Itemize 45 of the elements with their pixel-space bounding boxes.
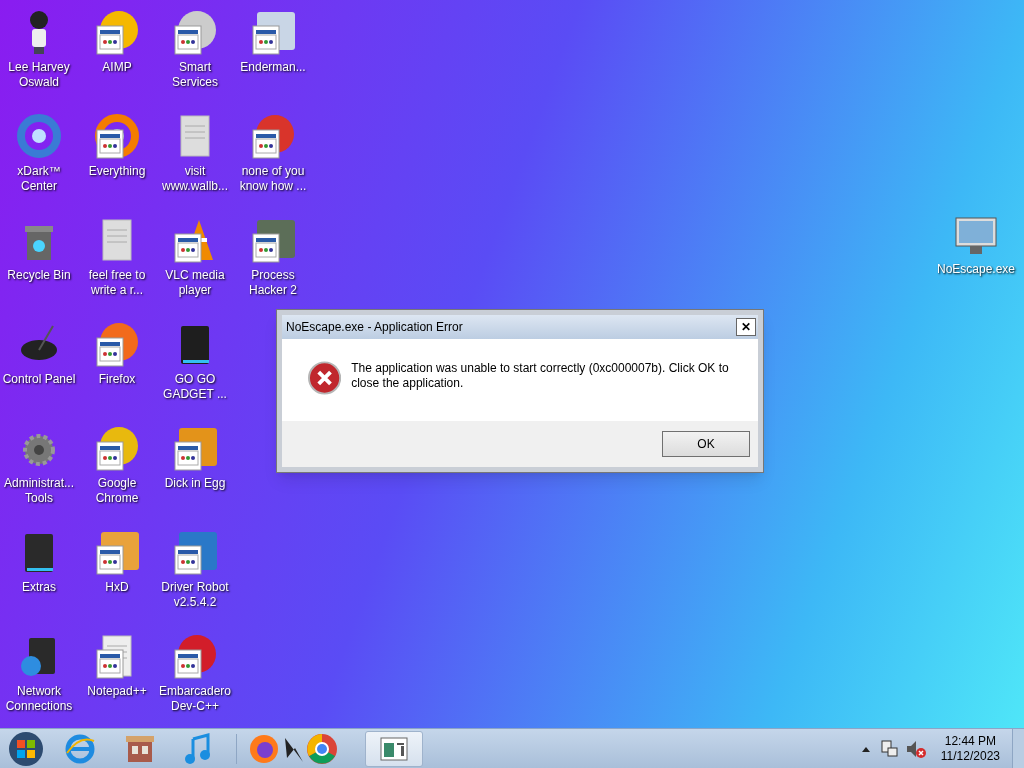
clock-date[interactable]: 11/12/2023 [940,748,1000,764]
icon-label[interactable]: feel free to write a r... [79,268,155,298]
window-title: NoEscape.exe - Application Error [286,319,463,336]
program-icon [93,112,141,160]
close-button[interactable]: ✕ [736,318,756,336]
icon-label[interactable]: Google Chrome [79,476,155,506]
icon-label[interactable]: HxD [105,580,129,595]
building-icon[interactable] [124,733,156,764]
icon-label[interactable]: Control Panel [2,372,76,387]
icon-label[interactable]: Notepad++ [87,684,147,699]
program-icon [171,632,219,680]
icon-label[interactable]: Embarcadero Dev-C++ [157,684,233,714]
icon-label[interactable]: Recycle Bin [7,268,71,283]
program-icon [93,320,141,368]
program-icon [93,8,141,56]
icon-label[interactable]: visit www.wallb... [157,164,233,194]
icon-label[interactable]: xDark™ Center [1,164,77,194]
icon-label[interactable]: Smart Services [157,60,233,90]
program-icon [249,112,297,160]
icon-label[interactable]: Enderman... [240,60,306,75]
icon-label[interactable]: VLC media player [157,268,233,298]
icon-label[interactable]: Extras [22,580,56,595]
icon-label[interactable]: Network Connections [1,684,77,714]
error-message: The application was unable to start correctly (0xc000007b). Click OK to close the application. [351,361,730,391]
window-icon [380,736,408,761]
clock-time[interactable]: 12:44 PM [944,733,997,749]
window-taskbar-button[interactable] [365,730,423,767]
icon-label[interactable]: Lee Harvey Oswald [1,60,77,90]
start-button[interactable] [6,729,46,768]
icon-label[interactable]: Process Hacker 2 [235,268,311,298]
icon-label[interactable]: none of you know how ... [235,164,311,194]
chrome-icon[interactable] [305,731,339,766]
icon-label[interactable]: Administrat... Tools [1,476,77,506]
program-icon [171,8,219,56]
icon-label[interactable]: Driver Robot v2.5.4.2 [157,580,233,610]
icon-label[interactable]: GO GO GADGET ... [157,372,233,402]
icon-label[interactable]: Firefox [98,372,136,387]
network-icon[interactable] [878,738,899,759]
ring-icon [15,112,63,160]
icon-label[interactable]: Dick in Egg [164,476,226,491]
icon-label[interactable]: Everything [88,164,146,179]
program-icon [93,424,141,472]
icon-label[interactable]: AIMP [102,60,132,75]
error-icon [308,361,342,395]
ok-button[interactable]: OK [662,431,750,457]
